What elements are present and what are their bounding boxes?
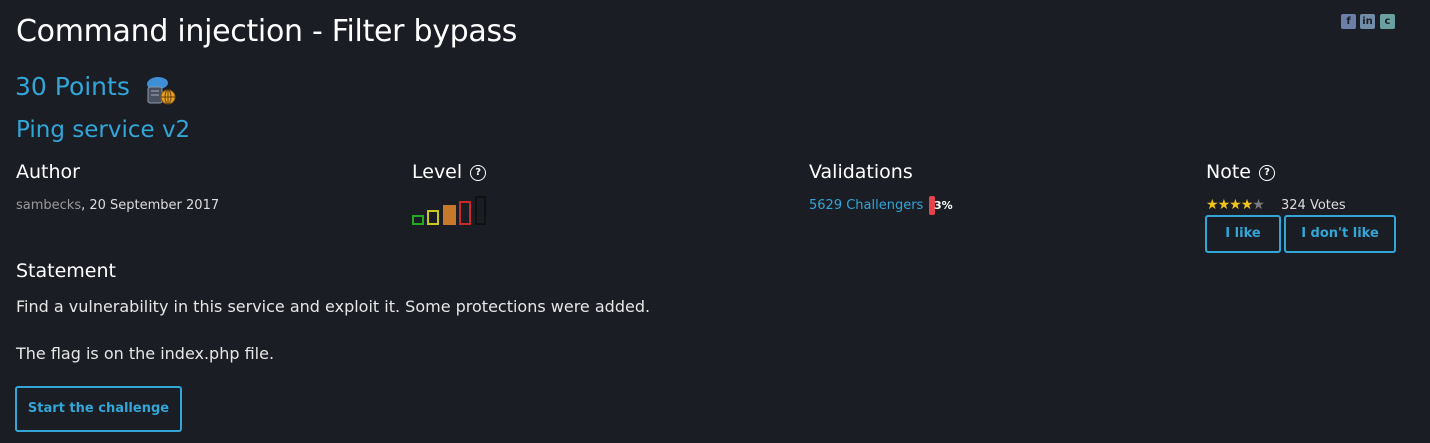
challenge-subtitle: Ping service v2 xyxy=(16,117,191,143)
level-bar-3 xyxy=(443,205,456,225)
points-value: 30 Points xyxy=(15,72,130,101)
page-title: Command injection - Filter bypass xyxy=(16,14,518,49)
votes-count: 324 Votes xyxy=(1281,198,1346,213)
cloud-network-icon xyxy=(147,77,176,105)
challengers-link[interactable]: 5629 Challengers xyxy=(809,198,923,213)
author-heading: Author xyxy=(16,161,80,183)
share-icon[interactable]: c xyxy=(1380,14,1395,29)
statement-heading: Statement xyxy=(16,260,116,282)
author-info: sambecks, 20 September 2017 xyxy=(16,198,219,213)
star-icon: ★ xyxy=(1240,197,1254,213)
validations-heading: Validations xyxy=(809,161,913,183)
author-date: , 20 September 2017 xyxy=(81,198,220,213)
star-icon: ★ xyxy=(1229,197,1242,213)
statement-text-2: The flag is on the index.php file. xyxy=(16,344,275,363)
level-label: Level xyxy=(412,161,463,183)
star-icon: ★ xyxy=(1217,197,1231,213)
star-icon: ★ xyxy=(1206,197,1219,213)
like-button[interactable]: I like xyxy=(1205,215,1281,253)
level-bar-4 xyxy=(459,201,471,225)
level-bar-2 xyxy=(427,210,439,225)
linkedin-share-icon[interactable]: in xyxy=(1360,14,1375,29)
note-help-icon[interactable]: ? xyxy=(1258,164,1275,181)
facebook-share-icon[interactable]: f xyxy=(1341,14,1356,29)
note-label: Note xyxy=(1206,161,1251,183)
rating-stars: ★★★★★ xyxy=(1206,197,1265,213)
level-heading: Level? xyxy=(412,161,487,183)
start-challenge-button[interactable]: Start the challenge xyxy=(15,386,182,432)
validation-percent: 3% xyxy=(934,199,953,212)
dislike-button[interactable]: I don't like xyxy=(1284,215,1396,253)
note-heading: Note? xyxy=(1206,161,1275,183)
star-icon: ★ xyxy=(1252,197,1265,213)
level-bar-1 xyxy=(412,215,424,225)
level-help-icon[interactable]: ? xyxy=(470,164,487,181)
statement-text-1: Find a vulnerability in this service and… xyxy=(16,297,651,316)
level-bar-5 xyxy=(475,196,486,225)
author-name[interactable]: sambecks xyxy=(16,198,81,213)
